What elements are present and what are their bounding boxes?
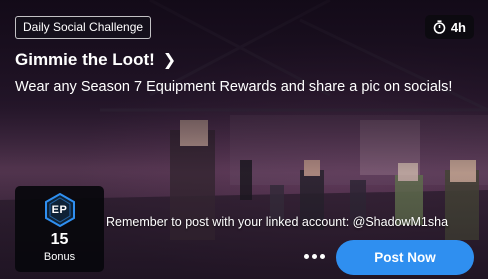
post-now-button[interactable]: Post Now: [336, 240, 474, 275]
challenge-type-tag: Daily Social Challenge: [15, 16, 152, 39]
challenge-description: Wear any Season 7 Equipment Rewards and …: [15, 79, 453, 95]
badge-text: EP: [51, 204, 68, 216]
challenge-title: Gimmie the Loot!: [15, 50, 155, 69]
linked-account-note: Remember to post with your linked accoun…: [106, 215, 449, 229]
stopwatch-icon: [433, 20, 446, 34]
reward-amount: 15: [50, 231, 69, 248]
challenge-title-link[interactable]: Gimmie the Loot! ❯: [15, 50, 176, 70]
more-dots-icon[interactable]: [304, 254, 325, 259]
ep-badge-icon: EP: [44, 192, 75, 228]
challenge-card: Daily Social Challenge 4h Gimmie the Loo…: [0, 0, 488, 279]
time-remaining-value: 4h: [450, 19, 466, 35]
time-remaining: 4h: [424, 15, 474, 39]
reward-label: Bonus: [43, 251, 76, 263]
reward-panel: EP 15 Bonus: [15, 186, 104, 272]
chevron-right-icon: ❯: [162, 52, 177, 69]
